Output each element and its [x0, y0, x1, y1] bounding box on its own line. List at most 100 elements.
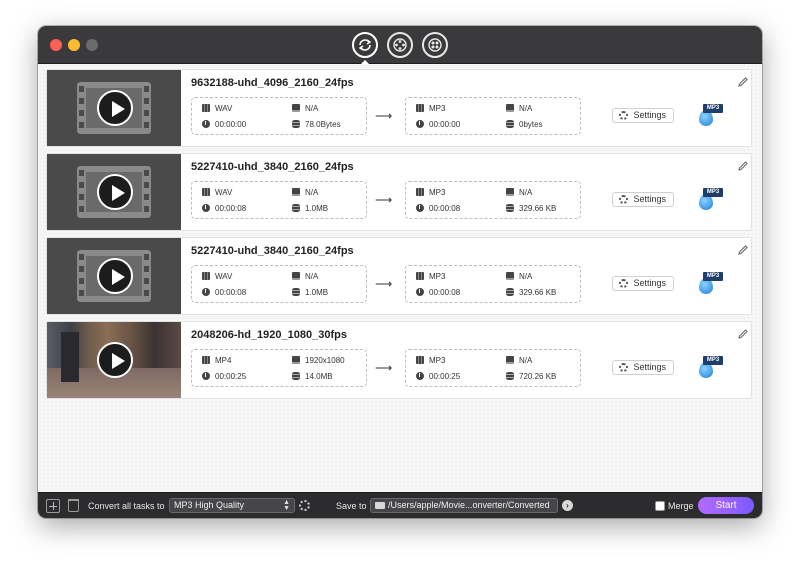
save-to-label: Save to: [336, 501, 367, 511]
minimize-window-button[interactable]: [68, 39, 80, 51]
monitor-icon: [506, 356, 514, 364]
mp3-file-icon[interactable]: MP3: [697, 188, 723, 210]
source-resolution: 1920x1080: [292, 356, 345, 366]
settings-button[interactable]: Settings: [612, 192, 674, 207]
video-thumbnail[interactable]: [47, 238, 181, 314]
settings-button[interactable]: Settings: [612, 360, 674, 375]
monitor-icon: [506, 188, 514, 196]
source-info-box: WAV N/A 00:00:00 78.0Bytes: [191, 97, 367, 135]
film-icon: [202, 104, 210, 112]
play-button[interactable]: [97, 342, 133, 378]
mp3-file-icon[interactable]: MP3: [697, 356, 723, 378]
output-format: MP3: [416, 188, 445, 198]
output-info-box: MP3 N/A 00:00:08 329.66 KB: [405, 181, 581, 219]
save-path-field[interactable]: /Users/apple/Movie...onverter/Converted: [370, 498, 558, 513]
zoom-window-button[interactable]: [86, 39, 98, 51]
output-format: MP3: [416, 104, 445, 114]
clock-icon: [202, 372, 210, 380]
video-thumbnail[interactable]: [47, 322, 181, 398]
monitor-icon: [506, 272, 514, 280]
select-arrows-icon: ▲ ▼: [283, 499, 290, 512]
output-size: 0bytes: [506, 120, 543, 130]
film-icon: [416, 272, 424, 280]
monitor-icon: [292, 104, 300, 112]
output-size: 329.66 KB: [506, 288, 556, 298]
source-size: 78.0Bytes: [292, 120, 341, 130]
task-row[interactable]: 9632188-uhd_4096_2160_24fps WAV N/A 00:0…: [46, 69, 752, 147]
database-icon: [292, 372, 300, 380]
task-row[interactable]: 2048206-hd_1920_1080_30fps MP4 1920x1080…: [46, 321, 752, 399]
app-window: 9632188-uhd_4096_2160_24fps WAV N/A 00:0…: [38, 26, 762, 518]
source-info-box: WAV N/A 00:00:08 1.0MB: [191, 265, 367, 303]
settings-button[interactable]: Settings: [612, 108, 674, 123]
clock-icon: [416, 120, 424, 128]
output-duration: 00:00:25: [416, 372, 460, 382]
task-title: 2048206-hd_1920_1080_30fps: [191, 329, 347, 341]
output-resolution: N/A: [506, 272, 532, 282]
play-button[interactable]: [97, 90, 133, 126]
source-duration: 00:00:00: [202, 120, 246, 130]
pencil-icon[interactable]: [737, 244, 749, 256]
source-info-box: MP4 1920x1080 00:00:25 14.0MB: [191, 349, 367, 387]
task-row[interactable]: 5227410-uhd_3840_2160_24fps WAV N/A 00:0…: [46, 153, 752, 231]
arrow-right-icon: ⟶: [375, 361, 393, 375]
arrow-right-icon: ⟶: [375, 277, 393, 291]
source-duration: 00:00:08: [202, 204, 246, 214]
output-format: MP3: [416, 356, 445, 366]
source-size: 1.0MB: [292, 288, 328, 298]
gear-icon: [619, 195, 628, 204]
output-info-box: MP3 N/A 00:00:08 329.66 KB: [405, 265, 581, 303]
clock-icon: [202, 204, 210, 212]
play-button[interactable]: [97, 258, 133, 294]
play-button[interactable]: [97, 174, 133, 210]
pencil-icon[interactable]: [737, 328, 749, 340]
task-row[interactable]: 5227410-uhd_3840_2160_24fps WAV N/A 00:0…: [46, 237, 752, 315]
database-icon: [506, 372, 514, 380]
gear-icon: [619, 363, 628, 372]
task-title: 5227410-uhd_3840_2160_24fps: [191, 245, 354, 257]
pencil-icon[interactable]: [737, 160, 749, 172]
close-window-button[interactable]: [50, 39, 62, 51]
source-duration: 00:00:08: [202, 288, 246, 298]
settings-button[interactable]: Settings: [612, 276, 674, 291]
film-reel-icon: [428, 38, 442, 52]
task-title: 9632188-uhd_4096_2160_24fps: [191, 77, 354, 89]
mp3-file-icon[interactable]: MP3: [697, 104, 723, 126]
start-button[interactable]: Start: [698, 497, 754, 514]
output-info-box: MP3 N/A 00:00:00 0bytes: [405, 97, 581, 135]
merge-checkbox[interactable]: [655, 501, 665, 511]
video-thumbnail[interactable]: [47, 154, 181, 230]
output-duration: 00:00:08: [416, 288, 460, 298]
source-resolution: N/A: [292, 272, 318, 282]
mp3-file-icon[interactable]: MP3: [697, 272, 723, 294]
gear-icon: [619, 279, 628, 288]
arrow-right-icon: ⟶: [375, 193, 393, 207]
database-icon: [292, 288, 300, 296]
clock-icon: [416, 204, 424, 212]
folder-icon: [375, 502, 385, 509]
output-info-box: MP3 N/A 00:00:25 720.26 KB: [405, 349, 581, 387]
film-icon: [416, 356, 424, 364]
source-size: 1.0MB: [292, 204, 328, 214]
source-resolution: N/A: [292, 188, 318, 198]
video-tool-button[interactable]: [387, 32, 413, 58]
add-file-button[interactable]: [46, 499, 60, 513]
source-format: WAV: [202, 104, 232, 114]
film-icon: [202, 188, 210, 196]
source-duration: 00:00:25: [202, 372, 246, 382]
output-duration: 00:00:00: [416, 120, 460, 130]
database-icon: [292, 204, 300, 212]
output-resolution: N/A: [506, 188, 532, 198]
open-folder-arrow-icon[interactable]: ›: [562, 500, 573, 511]
output-preset-select[interactable]: MP3 High Quality ▲ ▼: [169, 498, 295, 513]
source-format: MP4: [202, 356, 231, 366]
film-icon: [416, 104, 424, 112]
video-thumbnail[interactable]: [47, 70, 181, 146]
pencil-icon[interactable]: [737, 76, 749, 88]
output-preset-value: MP3 High Quality: [174, 500, 245, 510]
film-tool-button[interactable]: [422, 32, 448, 58]
convert-tool-button[interactable]: [352, 32, 378, 58]
trash-icon[interactable]: [68, 499, 79, 512]
preset-gear-icon[interactable]: [299, 500, 310, 511]
source-info-box: WAV N/A 00:00:08 1.0MB: [191, 181, 367, 219]
